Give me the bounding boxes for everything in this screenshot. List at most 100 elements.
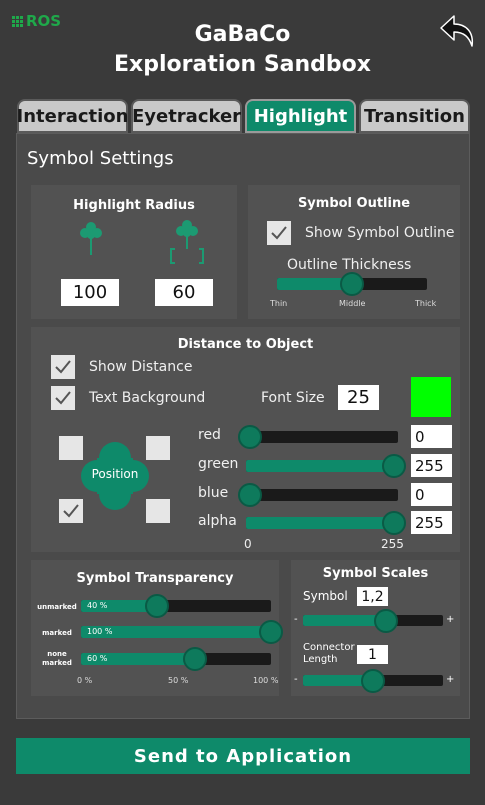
- connector-label-line1: Connector: [303, 642, 355, 653]
- position-top-right-checkbox[interactable]: [146, 436, 170, 460]
- highlight-radius-title: Highlight Radius: [73, 198, 195, 213]
- position-top-left-checkbox[interactable]: [59, 436, 83, 460]
- connector-plus: +: [446, 674, 455, 685]
- connector-label-line2: Length: [303, 654, 338, 665]
- slider-knob[interactable]: [373, 608, 398, 633]
- highlight-radius-panel: Highlight Radius 100 60: [31, 185, 237, 319]
- alpha-label: alpha: [198, 513, 237, 529]
- marked-value: 100 %: [87, 627, 113, 636]
- bracket-radius-input[interactable]: 60: [155, 279, 213, 306]
- alpha-input[interactable]: 255: [411, 511, 452, 534]
- slider-fill: [246, 517, 394, 529]
- distance-panel: Distance to Object Show Distance Text Ba…: [31, 327, 460, 552]
- none-marked-label-line1: none: [47, 650, 67, 658]
- send-to-application-button[interactable]: Send to Application: [16, 738, 470, 774]
- symbol-scale-label: Symbol: [303, 589, 348, 603]
- unmarked-label: unmarked: [37, 603, 77, 611]
- connector-length-input[interactable]: 1: [357, 645, 388, 664]
- position-bottom-left-checkbox[interactable]: [59, 499, 83, 523]
- connector-length-slider[interactable]: [303, 668, 443, 693]
- range-min: 0: [244, 537, 252, 551]
- marked-label: marked: [42, 629, 72, 637]
- tick-0-percent: 0 %: [77, 676, 93, 685]
- section-title: Symbol Settings: [27, 148, 174, 169]
- color-swatch[interactable]: [411, 377, 451, 417]
- none-marked-value: 60 %: [87, 654, 108, 663]
- tab-transition[interactable]: Transition: [359, 99, 470, 133]
- tab-eyetracker[interactable]: Eyetracker: [131, 99, 242, 133]
- transparency-title: Symbol Transparency: [76, 571, 234, 586]
- slider-knob[interactable]: [382, 511, 406, 535]
- none-marked-label-line2: marked: [42, 659, 72, 667]
- none-marked-slider[interactable]: 60 %: [81, 647, 271, 671]
- app-title-line1: GaBaCo: [194, 22, 291, 47]
- tick-50-percent: 50 %: [168, 676, 189, 685]
- symbol-plus: +: [446, 614, 455, 625]
- position-bottom-right-checkbox[interactable]: [146, 499, 170, 523]
- slider-knob[interactable]: [238, 425, 262, 449]
- text-background-label: Text Background: [89, 390, 206, 406]
- none-marked-label: none marked: [37, 650, 77, 668]
- slider-knob[interactable]: [361, 668, 385, 693]
- symbol-outline-title: Symbol Outline: [297, 196, 411, 211]
- green-input[interactable]: 255: [411, 454, 452, 477]
- slider-knob[interactable]: [340, 272, 364, 296]
- scales-title: Symbol Scales: [322, 566, 429, 581]
- slider-knob[interactable]: [382, 454, 406, 478]
- show-distance-label: Show Distance: [89, 359, 193, 375]
- show-distance-checkbox[interactable]: [51, 355, 75, 379]
- bracketed-symbol-icon: [170, 220, 204, 264]
- outline-thickness-slider[interactable]: [277, 272, 427, 296]
- checkmark-icon: [55, 360, 71, 374]
- tick-middle: Middle: [339, 299, 366, 308]
- checkmark-icon: [63, 504, 79, 518]
- outline-thickness-label: Outline Thickness: [287, 257, 412, 273]
- unmarked-slider[interactable]: 40 %: [81, 594, 271, 618]
- tick-thick: Thick: [415, 299, 437, 308]
- distance-title: Distance to Object: [177, 337, 314, 352]
- tick-thin: Thin: [270, 299, 288, 308]
- symbol-radius-input[interactable]: 100: [61, 279, 119, 306]
- transparency-panel: Symbol Transparency unmarked 40 % marked…: [31, 560, 283, 696]
- marked-slider[interactable]: 100 %: [81, 620, 283, 644]
- show-outline-checkbox[interactable]: [267, 221, 291, 245]
- symbol-outline-panel: Symbol Outline Show Symbol Outline Outli…: [248, 185, 460, 319]
- blue-label: blue: [198, 485, 229, 501]
- back-button[interactable]: [438, 10, 478, 50]
- red-label: red: [198, 427, 221, 443]
- connector-minus: -: [294, 674, 298, 685]
- red-input[interactable]: 0: [411, 425, 452, 448]
- red-slider[interactable]: [238, 425, 398, 449]
- slider-knob[interactable]: [145, 594, 169, 618]
- tick-100-percent: 100 %: [253, 676, 279, 685]
- symbol-minus: -: [294, 614, 298, 625]
- symbol-scale-slider[interactable]: [303, 608, 443, 633]
- blue-slider[interactable]: [238, 483, 398, 507]
- connector-length-label: Connector Length: [303, 642, 355, 666]
- checkmark-icon: [55, 391, 71, 405]
- scales-panel: Symbol Scales Symbol 1,2 - + Connector L…: [291, 560, 460, 696]
- unmarked-value: 40 %: [87, 601, 108, 610]
- checkmark-icon: [271, 226, 287, 240]
- slider-knob[interactable]: [183, 647, 207, 671]
- clover-symbol-icon: [80, 222, 102, 255]
- slider-knob[interactable]: [238, 483, 262, 507]
- slider-fill: [246, 460, 394, 472]
- tab-interaction[interactable]: Interaction: [17, 99, 129, 133]
- show-outline-label: Show Symbol Outline: [305, 225, 455, 241]
- green-slider[interactable]: [246, 454, 406, 478]
- symbol-scale-input[interactable]: 1,2: [357, 587, 388, 606]
- symbol-settings-panel: Symbol Settings Highlight Radius 100 60 …: [16, 133, 470, 719]
- range-max: 255: [381, 537, 404, 551]
- position-label: Position: [91, 467, 139, 481]
- undo-arrow-icon: [440, 15, 474, 47]
- tab-highlight[interactable]: Highlight: [245, 99, 356, 133]
- green-label: green: [198, 456, 239, 472]
- text-background-checkbox[interactable]: [51, 386, 75, 410]
- font-size-label: Font Size: [261, 390, 325, 406]
- blue-input[interactable]: 0: [411, 483, 452, 506]
- app-title-line2: Exploration Sandbox: [114, 52, 371, 77]
- slider-knob[interactable]: [259, 620, 283, 644]
- font-size-input[interactable]: 25: [338, 385, 379, 410]
- alpha-slider[interactable]: [246, 511, 406, 535]
